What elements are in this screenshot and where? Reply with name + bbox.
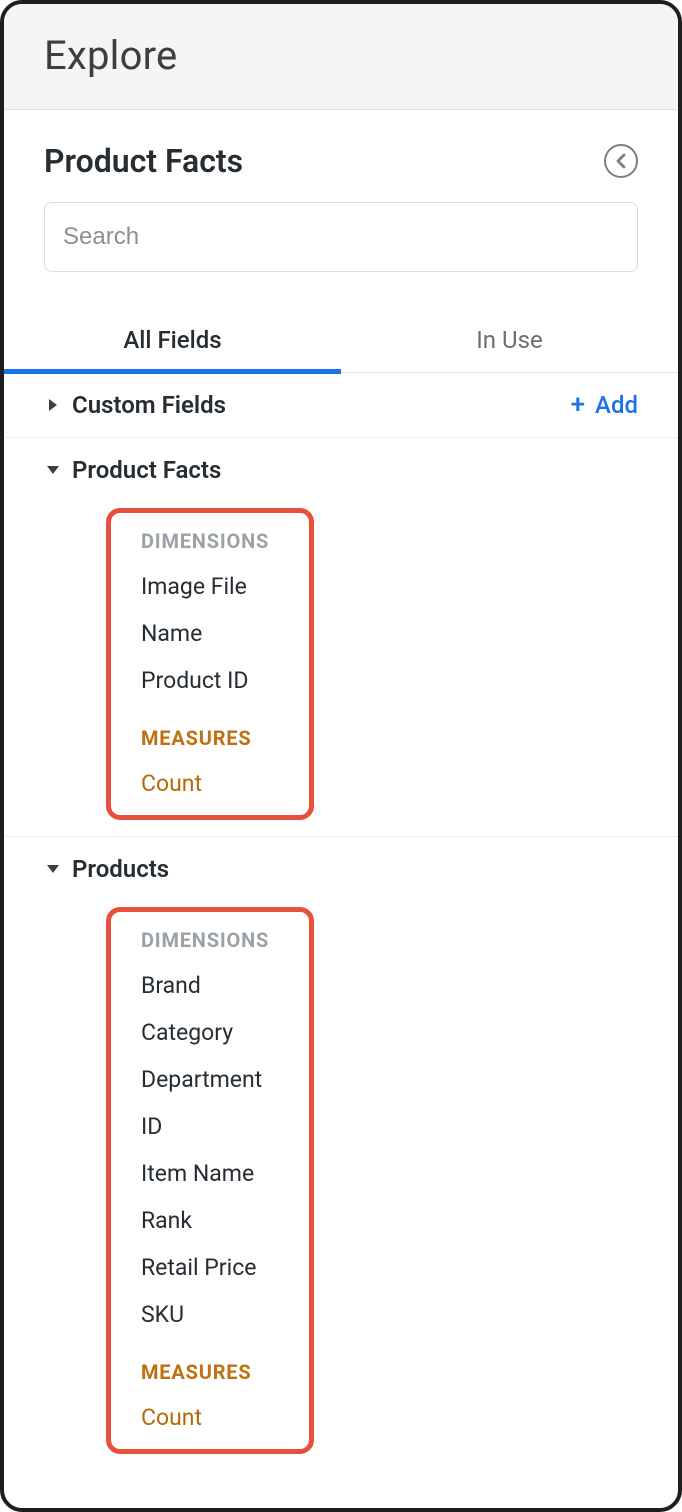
search-input[interactable] (44, 202, 638, 272)
add-custom-field-button[interactable]: + Add (571, 391, 638, 419)
subheader-row: Product Facts (44, 142, 638, 180)
explore-title: Explore (44, 32, 638, 79)
view-header-product-facts[interactable]: Product Facts (4, 438, 678, 502)
fields-highlight-box: DIMENSIONS Image File Name Product ID ME… (106, 508, 314, 820)
fields-highlight-box: DIMENSIONS Brand Category Department ID … (106, 907, 314, 1454)
dimension-field[interactable]: Rank (111, 1197, 309, 1244)
field-tabs: All Fields In Use (4, 312, 678, 373)
view-header-products[interactable]: Products (4, 837, 678, 901)
dimension-field[interactable]: Category (111, 1009, 309, 1056)
caret-down-icon (34, 863, 72, 875)
tab-in-use[interactable]: In Use (341, 312, 678, 372)
dimension-field[interactable]: Product ID (111, 657, 309, 704)
dimension-field[interactable]: Brand (111, 962, 309, 1009)
view-name: Products (72, 855, 638, 883)
add-label: Add (595, 391, 638, 419)
dimension-field[interactable]: Name (111, 610, 309, 657)
plus-icon: + (571, 392, 585, 418)
measure-field[interactable]: Count (111, 760, 309, 807)
explore-name: Product Facts (44, 142, 243, 180)
custom-fields-header[interactable]: Custom Fields + Add (4, 373, 678, 437)
dimension-field[interactable]: Image File (111, 563, 309, 610)
dimension-field[interactable]: SKU (111, 1291, 309, 1338)
collapse-panel-button[interactable] (604, 144, 638, 178)
view-section-product-facts: Product Facts DIMENSIONS Image File Name… (4, 438, 678, 837)
measures-heading: MEASURES (111, 720, 309, 760)
measure-field[interactable]: Count (111, 1394, 309, 1441)
dimension-field[interactable]: Item Name (111, 1150, 309, 1197)
dimensions-heading: DIMENSIONS (111, 922, 309, 962)
explore-header: Explore (4, 4, 678, 110)
measures-heading: MEASURES (111, 1354, 309, 1394)
search-wrap (44, 202, 638, 272)
dimension-field[interactable]: Retail Price (111, 1244, 309, 1291)
chevron-left-icon (614, 153, 628, 169)
view-name: Product Facts (72, 456, 638, 484)
caret-right-icon (34, 398, 72, 412)
caret-down-icon (34, 464, 72, 476)
dimension-field[interactable]: Department (111, 1056, 309, 1103)
custom-fields-section: Custom Fields + Add (4, 373, 678, 438)
dimension-field[interactable]: ID (111, 1103, 309, 1150)
custom-fields-label: Custom Fields (72, 391, 571, 419)
dimensions-heading: DIMENSIONS (111, 523, 309, 563)
view-section-products: Products DIMENSIONS Brand Category Depar… (4, 837, 678, 1454)
explore-subheader: Product Facts All Fields In Use (4, 110, 678, 373)
explore-panel: Explore Product Facts All Fields In Use … (0, 0, 682, 1512)
tab-all-fields[interactable]: All Fields (4, 312, 341, 372)
